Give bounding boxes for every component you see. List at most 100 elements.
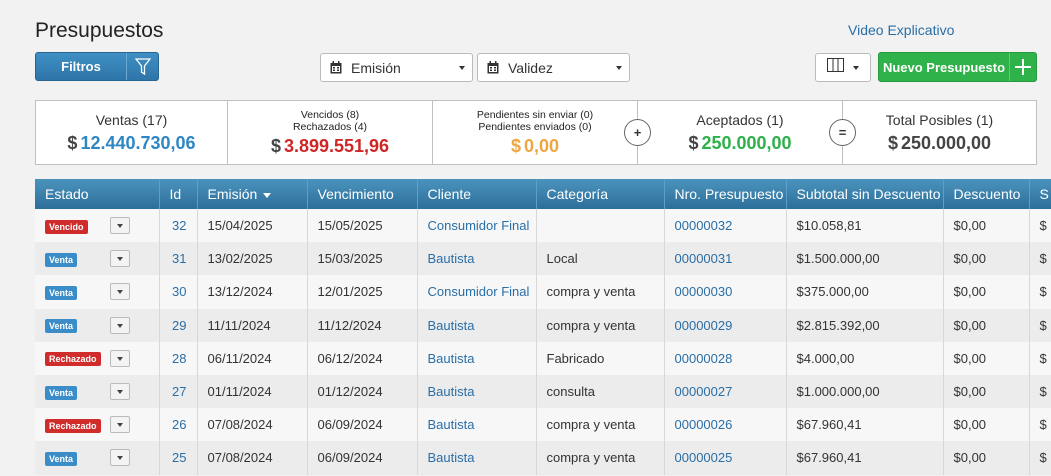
cell-cliente[interactable]: Consumidor Final (417, 275, 537, 309)
row-actions-dropdown[interactable] (110, 449, 130, 467)
col-extra[interactable]: S (1029, 179, 1051, 209)
cell-vencimiento: 06/12/2024 (307, 341, 418, 375)
col-estado[interactable]: Estado (35, 179, 160, 209)
row-actions-dropdown[interactable] (110, 316, 130, 334)
row-actions-dropdown[interactable] (110, 349, 130, 367)
cell-estado: Vencido (35, 209, 160, 243)
sort-desc-icon (263, 192, 272, 198)
cell-cliente[interactable]: Bautista (417, 408, 537, 442)
cell-id[interactable]: 30 (159, 275, 198, 309)
cell-nro-presupuesto[interactable]: 00000026 (664, 408, 787, 442)
table-row[interactable]: Rechazado 26 07/08/2024 06/09/2024 Bautista c… (35, 408, 1051, 442)
filters-button[interactable]: Filtros (35, 52, 159, 81)
video-link[interactable]: Video Explicativo (848, 22, 954, 38)
status-badge[interactable]: Venta (45, 252, 78, 267)
plus-operator: + (624, 119, 651, 146)
cell-nro-presupuesto[interactable]: 00000025 (664, 441, 787, 475)
cell-cliente[interactable]: Bautista (417, 374, 537, 409)
cell-cliente[interactable]: Consumidor Final (417, 209, 537, 243)
row-actions-dropdown[interactable] (110, 250, 130, 268)
currency-symbol: $ (688, 132, 699, 153)
cell-id[interactable]: 26 (159, 408, 198, 442)
cell-estado: Venta (35, 242, 160, 276)
col-cliente[interactable]: Cliente (417, 179, 537, 209)
cell-categoria: consulta (536, 374, 665, 409)
cell-nro-presupuesto[interactable]: 00000031 (664, 242, 787, 276)
validez-select[interactable]: Validez (477, 53, 630, 82)
table-row[interactable]: Vencido 32 15/04/2025 15/05/2025 Consumidor … (35, 209, 1051, 243)
currency-symbol: $ (67, 132, 78, 153)
cell-cliente[interactable]: Bautista (417, 441, 537, 475)
cell-id[interactable]: 31 (159, 242, 198, 276)
status-badge[interactable]: Rechazado (45, 418, 101, 433)
summary-vencidos-value: 3.899.551,96 (283, 135, 390, 156)
currency-symbol: $ (887, 132, 898, 153)
summary-aceptados[interactable]: + Aceptados (1) $250.000,00 (624, 101, 843, 164)
cell-id[interactable]: 29 (159, 308, 198, 342)
cell-nro-presupuesto[interactable]: 00000032 (664, 209, 787, 243)
row-actions-dropdown[interactable] (110, 217, 130, 234)
status-badge[interactable]: Venta (45, 385, 78, 400)
cell-id[interactable]: 32 (159, 209, 198, 243)
status-badge[interactable]: Venta (45, 319, 78, 334)
col-emision-label: Emisión (207, 186, 258, 202)
cell-extra: $ (1029, 374, 1051, 409)
col-descuento[interactable]: Descuento (943, 179, 1030, 209)
col-emision[interactable]: Emisión (197, 179, 308, 209)
new-budget-button[interactable]: Nuevo Presupuesto (878, 52, 1037, 82)
cell-cliente[interactable]: Bautista (417, 242, 537, 276)
status-badge[interactable]: Rechazado (45, 352, 101, 367)
columns-toggle-button[interactable] (815, 53, 871, 82)
cell-nro-presupuesto[interactable]: 00000030 (664, 275, 787, 309)
cell-nro-presupuesto[interactable]: 00000027 (664, 374, 787, 409)
cell-emision: 06/11/2024 (197, 341, 308, 375)
cell-id[interactable]: 28 (159, 341, 198, 375)
cell-id[interactable]: 27 (159, 374, 198, 409)
cell-cliente[interactable]: Bautista (417, 308, 537, 342)
summary-total[interactable]: = Total Posibles (1) $250.000,00 (829, 101, 1036, 164)
calendar-icon (478, 61, 508, 74)
status-badge[interactable]: Venta (45, 451, 78, 466)
table-row[interactable]: Venta 30 13/12/2024 12/01/2025 Consumidor Fi… (35, 275, 1051, 309)
cell-id[interactable]: 25 (159, 441, 198, 475)
cell-estado: Venta (35, 374, 160, 409)
columns-icon (827, 58, 844, 77)
cell-estado: Rechazado (35, 341, 160, 375)
row-actions-dropdown[interactable] (110, 283, 130, 301)
status-badge[interactable]: Vencido (45, 219, 88, 234)
cell-subtotal: $4.000,00 (786, 341, 944, 375)
col-nro-presupuesto[interactable]: Nro. Presupuesto (664, 179, 787, 209)
table-row[interactable]: Venta 25 07/08/2024 06/09/2024 Bautista compr… (35, 441, 1051, 475)
cell-extra: $ (1029, 275, 1051, 309)
status-badge[interactable]: Venta (45, 285, 78, 300)
cell-emision: 13/02/2025 (197, 242, 308, 276)
cell-subtotal: $67.960,41 (786, 408, 944, 442)
budgets-table: Estado Id Emisión Vencimiento Cliente Ca… (35, 179, 1051, 476)
row-actions-dropdown[interactable] (110, 416, 130, 434)
summary-aceptados-label: Aceptados (1) (696, 111, 784, 128)
cell-extra: $ (1029, 209, 1051, 243)
cell-vencimiento: 12/01/2025 (307, 275, 418, 309)
col-categoria[interactable]: Categoría (536, 179, 665, 209)
table-row[interactable]: Rechazado 28 06/11/2024 06/12/2024 Bautista F… (35, 341, 1051, 375)
summary-vencidos[interactable]: Vencidos (8) Rechazados (4) $3.899.551,9… (228, 101, 433, 164)
chevron-down-icon (853, 65, 859, 70)
table-row[interactable]: Venta 31 13/02/2025 15/03/2025 Bautista Local… (35, 242, 1051, 276)
table-row[interactable]: Venta 27 01/11/2024 01/12/2024 Bautista consu… (35, 374, 1051, 409)
cell-nro-presupuesto[interactable]: 00000029 (664, 308, 787, 342)
cell-nro-presupuesto[interactable]: 00000028 (664, 341, 787, 375)
col-id[interactable]: Id (159, 179, 198, 209)
row-actions-dropdown[interactable] (110, 382, 130, 400)
summary-total-label: Total Posibles (1) (885, 111, 994, 128)
cell-categoria: Local (536, 242, 665, 276)
cell-emision: 07/08/2024 (197, 441, 308, 475)
summary-ventas[interactable]: Ventas (17) $12.440.730,06 (36, 101, 228, 164)
col-subtotal[interactable]: Subtotal sin Descuento (786, 179, 944, 209)
cell-cliente[interactable]: Bautista (417, 341, 537, 375)
col-vencimiento[interactable]: Vencimiento (307, 179, 418, 209)
cell-vencimiento: 01/12/2024 (307, 374, 418, 409)
summary-pendientes[interactable]: Pendientes sin enviar (0) Pendientes env… (433, 101, 638, 164)
emision-select[interactable]: Emisión (320, 53, 473, 82)
cell-estado: Venta (35, 275, 160, 309)
table-row[interactable]: Venta 29 11/11/2024 11/12/2024 Bautista compr… (35, 308, 1051, 342)
